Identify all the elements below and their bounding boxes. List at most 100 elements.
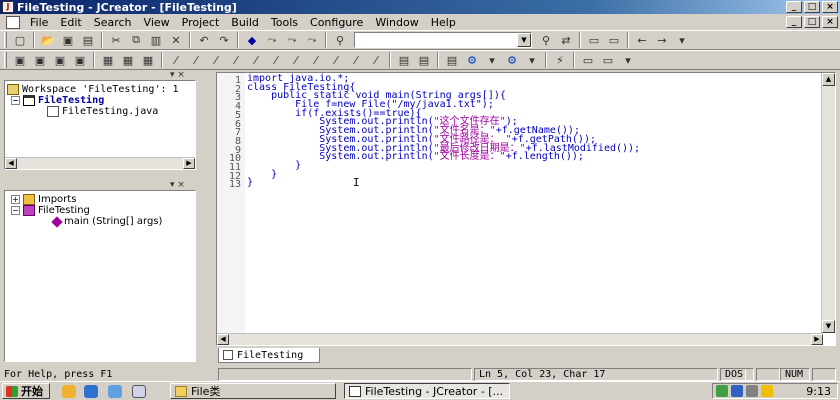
toolbar-options-icon[interactable]: ▾: [673, 32, 691, 48]
tray-network-icon[interactable]: [716, 385, 728, 397]
indent-icon[interactable]: ⁄: [227, 52, 245, 68]
doc-close-button[interactable]: ×: [822, 16, 838, 28]
back-arrow-icon[interactable]: ←: [633, 32, 651, 48]
quicklaunch-app-icon[interactable]: [132, 385, 146, 398]
indent-icon[interactable]: ⁄: [287, 52, 305, 68]
indent-icon[interactable]: ⁄: [367, 52, 385, 68]
menu-search[interactable]: Search: [88, 16, 138, 29]
collapse-toggle[interactable]: −: [11, 96, 20, 105]
execute-icon[interactable]: ⚙: [503, 52, 521, 68]
scroll-right-icon[interactable]: ▶: [811, 334, 823, 345]
bookmark-next-icon[interactable]: ⤳: [263, 32, 281, 48]
menu-file[interactable]: File: [24, 16, 54, 29]
chevron-down-icon[interactable]: ▾: [523, 52, 541, 68]
menu-edit[interactable]: Edit: [54, 16, 87, 29]
code-line[interactable]: }: [247, 178, 640, 188]
toolbar-grip[interactable]: [4, 32, 7, 48]
workspace-root[interactable]: Workspace 'FileTesting': 1: [7, 84, 179, 95]
tool-icon[interactable]: ▭: [599, 52, 617, 68]
quicklaunch-ie-icon[interactable]: [84, 385, 98, 398]
find-combo[interactable]: ▼: [354, 32, 532, 48]
delete-icon[interactable]: ✕: [167, 32, 185, 48]
chevron-down-icon[interactable]: ▾: [483, 52, 501, 68]
menu-project[interactable]: Project: [176, 16, 226, 29]
window-icon[interactable]: ▣: [31, 52, 49, 68]
scroll-right-icon[interactable]: ▶: [183, 158, 195, 169]
collapse-toggle[interactable]: −: [11, 206, 20, 215]
toolbar-options-icon[interactable]: ▾: [619, 52, 637, 68]
menu-help[interactable]: Help: [425, 16, 462, 29]
code-line[interactable]: }: [247, 169, 640, 180]
chevron-down-icon[interactable]: ▼: [517, 33, 531, 47]
run-icon[interactable]: ▤: [443, 52, 461, 68]
save-icon[interactable]: ▣: [59, 32, 77, 48]
tray-app-icon[interactable]: [731, 385, 743, 397]
doc-restore-button[interactable]: □: [804, 16, 820, 28]
class-node[interactable]: − FileTesting: [11, 205, 90, 216]
copy-icon[interactable]: ⧉: [127, 32, 145, 48]
panel-icon[interactable]: ▦: [99, 52, 117, 68]
expand-toggle[interactable]: +: [11, 195, 20, 204]
minimize-button[interactable]: _: [786, 1, 802, 13]
maximize-button[interactable]: □: [804, 1, 820, 13]
indent-icon[interactable]: ⁄: [167, 52, 185, 68]
taskbar-clock[interactable]: 9:13: [806, 385, 831, 398]
indent-icon[interactable]: ⁄: [307, 52, 325, 68]
menu-window[interactable]: Window: [369, 16, 424, 29]
document-icon[interactable]: [6, 15, 20, 29]
imports-node[interactable]: + Imports: [11, 194, 76, 205]
quicklaunch-desktop-icon[interactable]: [62, 385, 76, 398]
output-icon[interactable]: ▭: [585, 32, 603, 48]
code-line[interactable]: }: [247, 161, 640, 171]
indent-icon[interactable]: ⁄: [207, 52, 225, 68]
bookmark-icon[interactable]: ◆: [243, 32, 261, 48]
doc-minimize-button[interactable]: _: [786, 16, 802, 28]
editor-hscroll[interactable]: ◀ ▶: [217, 333, 823, 345]
window-icon[interactable]: ▣: [51, 52, 69, 68]
toolbar-grip[interactable]: [4, 52, 7, 68]
tray-volume-icon[interactable]: [746, 385, 758, 397]
menu-view[interactable]: View: [138, 16, 176, 29]
menu-configure[interactable]: Configure: [304, 16, 369, 29]
workspace-hscroll[interactable]: ◀ ▶: [5, 157, 195, 169]
task-jcreator[interactable]: FileTesting - JCreator - [...: [344, 383, 510, 399]
code-editor[interactable]: 1 2 3 4 5 6 7 8 9 10 11 12 13 import java.io.*; class…: [216, 72, 836, 346]
code-line[interactable]: System.out.println("文件长度是：" +f.length());: [247, 152, 640, 162]
find-icon[interactable]: ⚲: [331, 32, 349, 48]
indent-icon[interactable]: ⁄: [347, 52, 365, 68]
redo-icon[interactable]: ↷: [215, 32, 233, 48]
open-folder-icon[interactable]: 📂: [39, 32, 57, 48]
tool-icon[interactable]: ▭: [579, 52, 597, 68]
start-button[interactable]: 开始: [2, 383, 50, 399]
close-button[interactable]: ×: [822, 1, 838, 13]
fullscreen-icon[interactable]: ▭: [605, 32, 623, 48]
jcreator-app-icon[interactable]: J: [2, 1, 14, 13]
find-in-files-icon[interactable]: ⚲: [537, 32, 555, 48]
panel-icon[interactable]: ▦: [119, 52, 137, 68]
panel-icon[interactable]: ▦: [139, 52, 157, 68]
scroll-left-icon[interactable]: ◀: [217, 334, 229, 345]
cut-icon[interactable]: ✂: [107, 32, 125, 48]
forward-arrow-icon[interactable]: →: [653, 32, 671, 48]
menu-build[interactable]: Build: [225, 16, 265, 29]
editor-tab-filetesting[interactable]: FileTesting: [218, 348, 320, 363]
bookmark-prev-icon[interactable]: ⤳: [283, 32, 301, 48]
menu-tools[interactable]: Tools: [265, 16, 304, 29]
tray-shield-icon[interactable]: [761, 385, 773, 397]
compile-icon[interactable]: ▤: [395, 52, 413, 68]
editor-vscroll[interactable]: ▲ ▼: [821, 73, 835, 333]
build-icon[interactable]: ▤: [415, 52, 433, 68]
scroll-down-icon[interactable]: ▼: [822, 320, 835, 333]
debug-icon[interactable]: ⚙: [463, 52, 481, 68]
task-folder-file[interactable]: File类: [170, 383, 336, 399]
save-all-icon[interactable]: ▤: [79, 32, 97, 48]
indent-icon[interactable]: ⁄: [247, 52, 265, 68]
quicklaunch-outlook-icon[interactable]: [108, 385, 122, 398]
indent-icon[interactable]: ⁄: [267, 52, 285, 68]
new-file-icon[interactable]: ▢: [11, 32, 29, 48]
undo-icon[interactable]: ↶: [195, 32, 213, 48]
code-content[interactable]: import java.io.*; class FileTesting{ publ…: [247, 74, 640, 188]
method-node[interactable]: main (String[] args): [51, 215, 162, 228]
paste-icon[interactable]: ▥: [147, 32, 165, 48]
bookmark-clear-icon[interactable]: ⤳: [303, 32, 321, 48]
